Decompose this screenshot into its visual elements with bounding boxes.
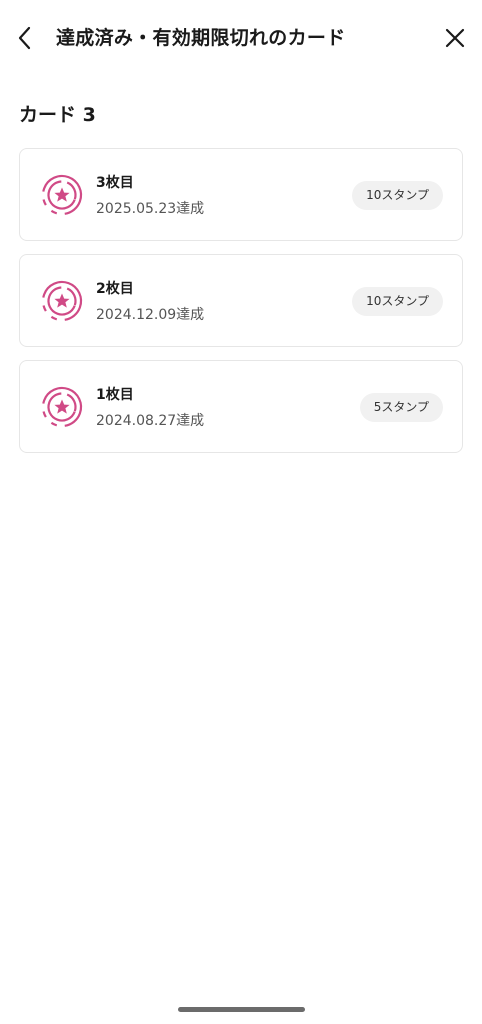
header-bar: 達成済み・有効期限切れのカード <box>0 0 482 78</box>
card-item[interactable]: 2枚目 2024.12.09達成 10スタンプ <box>19 254 463 347</box>
page-title: 達成済み・有効期限切れのカード <box>56 27 346 49</box>
card-list: 3枚目 2025.05.23達成 10スタンプ 2枚目 2024.12.09達成… <box>19 148 463 466</box>
card-name: 3枚目 <box>96 175 134 191</box>
card-item[interactable]: 1枚目 2024.08.27達成 5スタンプ <box>19 360 463 453</box>
close-icon <box>445 28 465 48</box>
card-date: 2024.08.27達成 <box>96 413 205 429</box>
stamp-count-badge: 10スタンプ <box>352 181 443 210</box>
back-button[interactable] <box>10 23 40 53</box>
card-name: 2枚目 <box>96 281 134 297</box>
stamp-count-badge: 10スタンプ <box>352 287 443 316</box>
star-medal-icon <box>41 174 83 216</box>
card-date: 2024.12.09達成 <box>96 307 205 323</box>
section-title: カード 3 <box>19 104 96 126</box>
card-name: 1枚目 <box>96 387 134 403</box>
card-date: 2025.05.23達成 <box>96 201 205 217</box>
star-medal-icon <box>41 386 83 428</box>
card-item[interactable]: 3枚目 2025.05.23達成 10スタンプ <box>19 148 463 241</box>
home-indicator[interactable] <box>178 1007 305 1012</box>
close-button[interactable] <box>440 23 470 53</box>
star-medal-icon <box>41 280 83 322</box>
stamp-count-badge: 5スタンプ <box>359 393 443 422</box>
chevron-left-icon <box>18 26 31 50</box>
